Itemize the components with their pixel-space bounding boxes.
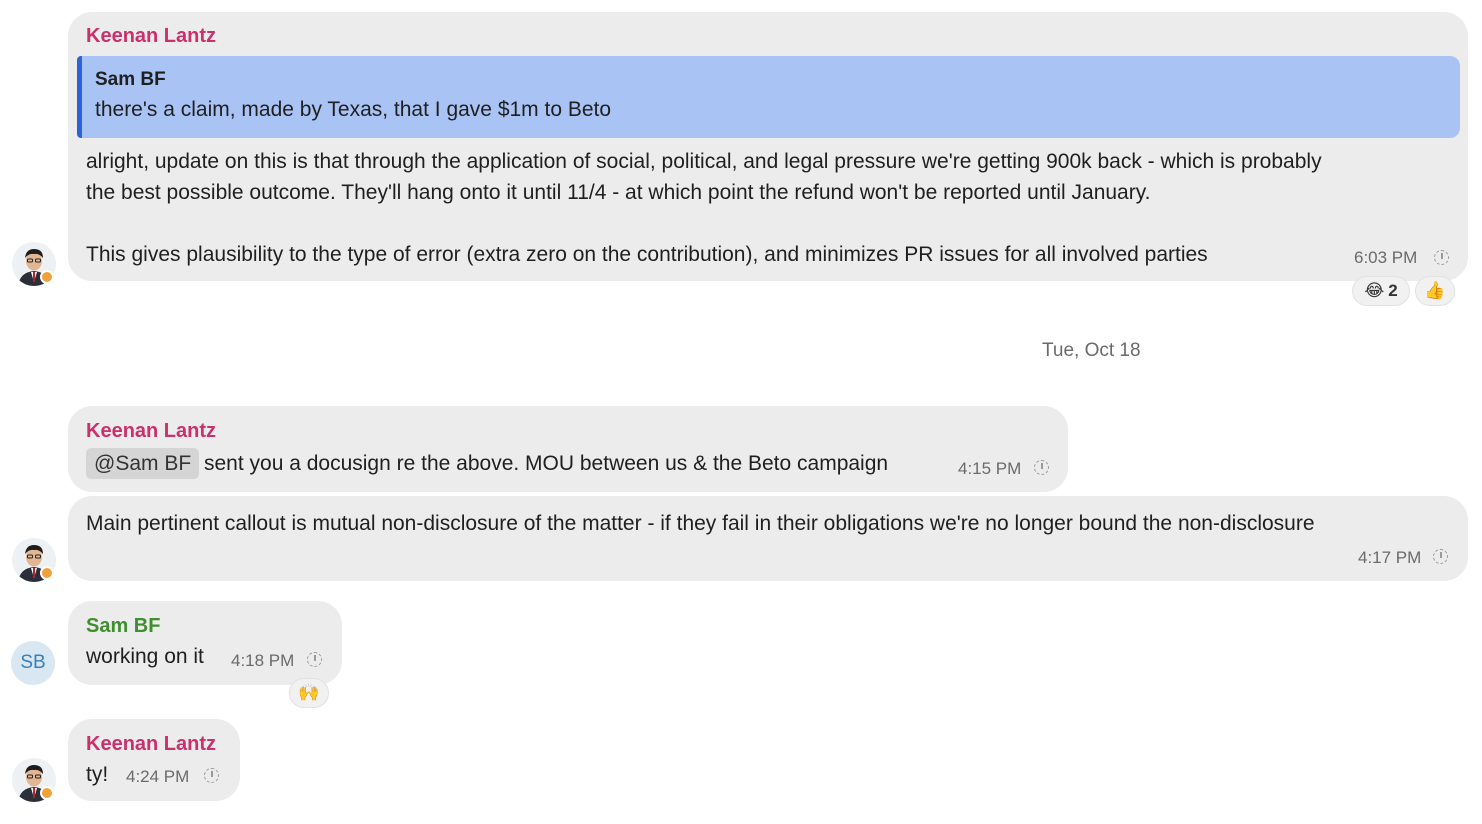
- message-bubble[interactable]: Sam BF working on it 4:18 PM: [68, 601, 342, 685]
- laugh-emoji-icon: 😂: [1364, 281, 1385, 301]
- status-badge: [40, 270, 54, 284]
- reaction-raised-hands[interactable]: 🙌: [289, 678, 329, 708]
- sender-name[interactable]: Keenan Lantz: [86, 420, 216, 443]
- sender-name[interactable]: Keenan Lantz: [86, 25, 216, 48]
- sender-name[interactable]: Sam BF: [86, 615, 160, 638]
- message-bubble[interactable]: Keenan Lantz ty! 4:24 PM: [68, 719, 240, 801]
- message-text: Main pertinent callout is mutual non-dis…: [86, 512, 1315, 535]
- reaction-laugh[interactable]: 😂 2: [1352, 276, 1410, 306]
- message-bubble[interactable]: Main pertinent callout is mutual non-dis…: [68, 496, 1468, 581]
- message-time: 4:18 PM: [231, 651, 295, 670]
- message-bubble[interactable]: Keenan Lantz Sam BF there's a claim, mad…: [68, 12, 1468, 281]
- message-text: ty!: [86, 763, 109, 786]
- quote-author: Sam BF: [95, 69, 166, 90]
- message-time: 6:03 PM: [1354, 248, 1418, 267]
- message-time: 4:15 PM: [958, 459, 1022, 478]
- message-time: 4:17 PM: [1358, 548, 1422, 567]
- thumbs-up-emoji-icon: 👍: [1424, 281, 1446, 301]
- reaction-thumbs-up[interactable]: 👍: [1415, 276, 1455, 306]
- quote-text: there's a claim, made by Texas, that I g…: [95, 98, 612, 121]
- message-text: alright, update on this is that through …: [86, 150, 1322, 173]
- message-time: 4:24 PM: [126, 767, 190, 786]
- date-separator: Tue, Oct 18: [1042, 340, 1141, 361]
- clock-icon: [1434, 250, 1449, 265]
- message-text: This gives plausibility to the type of e…: [86, 243, 1208, 266]
- message-text: working on it: [86, 645, 204, 668]
- message-text: the best possible outcome. They'll hang …: [86, 181, 1151, 204]
- user-mention[interactable]: @Sam BF: [86, 448, 200, 479]
- status-badge: [40, 786, 54, 800]
- status-badge: [40, 566, 54, 580]
- avatar[interactable]: SB: [11, 641, 55, 685]
- sender-name[interactable]: Keenan Lantz: [86, 733, 216, 756]
- clock-icon: [1034, 460, 1049, 475]
- message-bubble[interactable]: Keenan Lantz @Sam BF sent you a docusign…: [68, 406, 1068, 492]
- clock-icon: [307, 652, 322, 667]
- clock-icon: [1433, 549, 1448, 564]
- message-text: sent you a docusign re the above. MOU be…: [204, 452, 889, 475]
- quoted-message[interactable]: Sam BF there's a claim, made by Texas, t…: [77, 56, 1460, 138]
- clock-icon: [204, 768, 219, 783]
- reaction-count: 2: [1388, 281, 1398, 300]
- raised-hands-emoji-icon: 🙌: [298, 683, 320, 703]
